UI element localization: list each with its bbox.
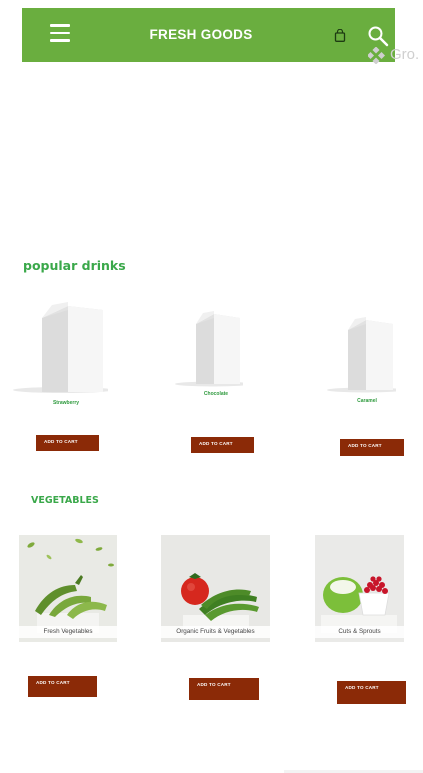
veg-card-image[interactable]: Cuts & Sprouts bbox=[315, 535, 404, 642]
veg-card-image[interactable]: Organic Fruits & Vegetables bbox=[161, 535, 270, 642]
drink-name: Caramel bbox=[357, 398, 377, 404]
veg-card-image[interactable]: Fresh Vegetables bbox=[19, 535, 117, 642]
brand-title: FRESH GOODS bbox=[149, 27, 253, 42]
drink-name: Strawberry bbox=[52, 400, 80, 406]
search-icon[interactable] bbox=[367, 25, 389, 47]
section-title-drinks: popular drinks bbox=[23, 258, 126, 273]
add-to-cart-button[interactable]: ADD TO CART bbox=[189, 678, 259, 700]
add-to-cart-button[interactable]: ADD TO CART bbox=[337, 681, 406, 704]
add-to-cart-button[interactable]: ADD TO CART bbox=[340, 439, 404, 456]
milk-carton-image bbox=[168, 310, 251, 388]
veg-card-caption: Cuts & Sprouts bbox=[315, 626, 404, 638]
section-title-vegetables: VEGETABLES bbox=[31, 495, 99, 506]
add-to-cart-button[interactable]: ADD TO CART bbox=[28, 676, 97, 697]
drink-name: Chocolate bbox=[203, 391, 229, 397]
milk-carton-image bbox=[320, 316, 403, 394]
shopping-bag-icon[interactable] bbox=[334, 28, 346, 42]
watermark-logo: Gro. bbox=[368, 46, 423, 66]
add-to-cart-button[interactable]: ADD TO CART bbox=[36, 435, 99, 451]
add-to-cart-button[interactable]: ADD TO CART bbox=[191, 437, 254, 453]
diamond-logo-icon bbox=[368, 47, 385, 64]
milk-carton-image bbox=[8, 300, 113, 395]
watermark-text: Gro. bbox=[390, 46, 420, 63]
veg-card-caption: Fresh Vegetables bbox=[19, 626, 117, 638]
veg-card-caption: Organic Fruits & Vegetables bbox=[161, 626, 270, 638]
app-header: FRESH GOODS bbox=[22, 8, 395, 62]
